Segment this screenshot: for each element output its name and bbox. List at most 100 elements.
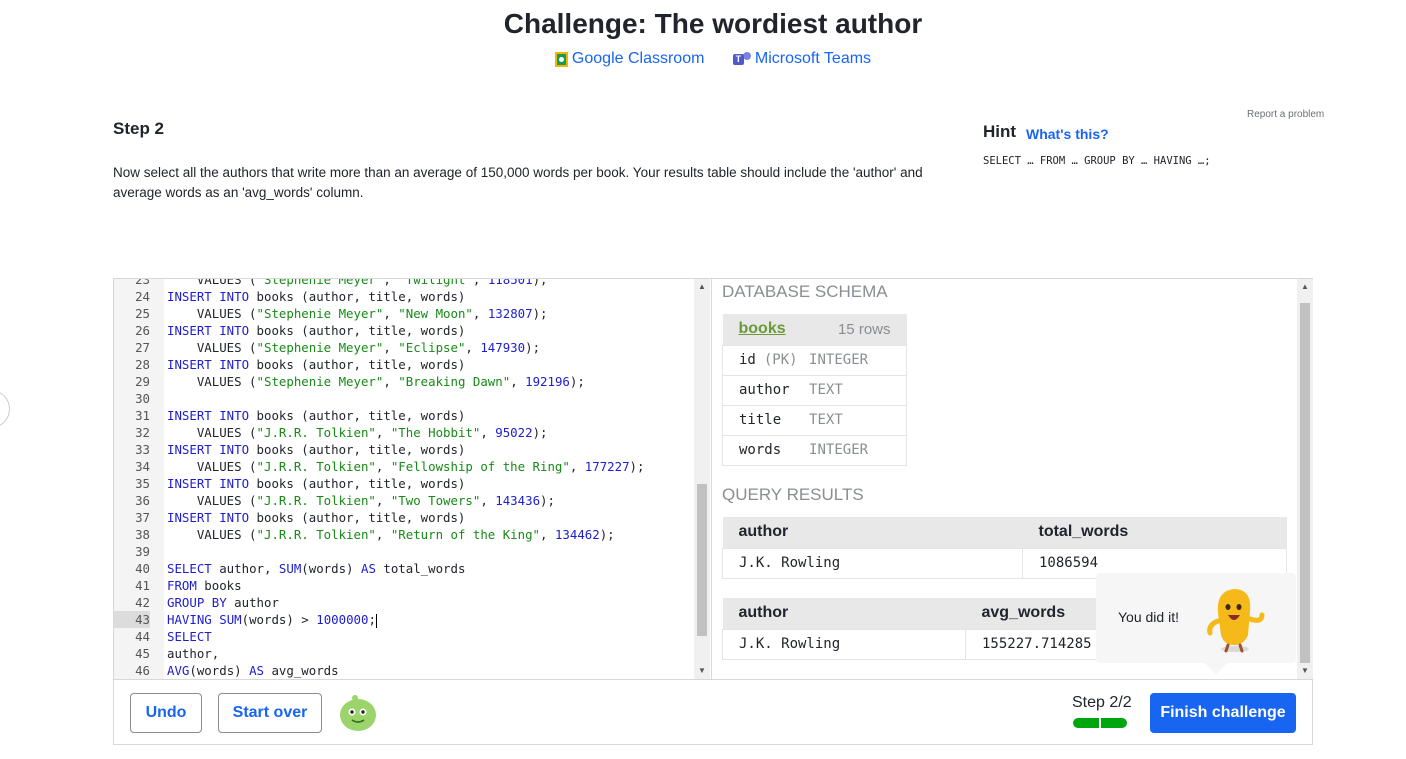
code-token: 132807 [487,306,533,321]
code-token: ); [532,306,548,321]
schema-column-type: INTEGER [809,345,907,376]
code-editor[interactable]: 23 VALUES ("Stephenie Meyer", "Twilight"… [114,279,711,679]
step-title: Step 2 [113,119,165,138]
code-token: (words) [189,663,250,678]
code-token: SUM [219,612,242,627]
code-line[interactable]: 23 VALUES ("Stephenie Meyer", "Twilight"… [114,279,694,288]
line-number: 31 [135,408,150,423]
code-line[interactable]: 31 INSERT INTO books (author, title, word… [114,407,694,424]
code-token: 134462 [554,527,600,542]
output-scroll-down-arrow-icon[interactable]: ▼ [1297,663,1313,679]
code-line[interactable]: 27 VALUES ("Stephenie Meyer", "Eclipse",… [114,339,694,356]
code-line[interactable]: 26 INSERT INTO books (author, title, word… [114,322,694,339]
scroll-up-arrow-icon[interactable]: ▲ [694,279,710,295]
code-token: , [465,340,481,355]
line-number: 46 [135,663,150,678]
code-line[interactable]: 40 SELECT author, SUM(words) AS total_wor… [114,560,694,577]
code-token: books (author, title, words) [249,289,466,304]
code-line[interactable]: 29 VALUES ("Stephenie Meyer", "Breaking … [114,373,694,390]
code-token: AS [360,561,376,576]
code-token: "Eclipse" [398,340,466,355]
code-token: author [226,595,279,610]
code-token: SUM [278,561,302,576]
line-number: 35 [135,476,150,491]
code-token: , [375,425,391,440]
microsoft-teams-label: Microsoft Teams [754,50,872,67]
code-line[interactable]: 38 VALUES ("J.R.R. Tolkien", "Return of … [114,526,694,543]
code-line[interactable]: 41 FROM books [114,577,694,594]
schema-column-type: INTEGER [809,435,907,466]
side-panel-toggle[interactable] [0,390,10,428]
code-line[interactable]: 46 AVG(words) AS avg_words [114,662,694,679]
code-token: INSERT INTO [167,476,250,491]
code-line[interactable]: 42 GROUP BY author [114,594,694,611]
step-progress-bar [1073,718,1127,728]
code-token: SELECT [167,629,212,644]
start-over-button[interactable]: Start over [218,693,322,733]
code-line[interactable]: 32 VALUES ("J.R.R. Tolkien", "The Hobbit… [114,424,694,441]
code-token: , [383,374,399,389]
schema-table-name[interactable]: books [739,320,786,337]
code-token: "J.R.R. Tolkien" [256,425,376,440]
code-line[interactable]: 44 SELECT [114,628,694,645]
code-line[interactable]: 43 HAVING SUM(words) > 1000000; [114,611,694,628]
code-token: "Two Towers" [390,493,481,508]
google-classroom-link[interactable]: Google Classroom [554,50,704,68]
hint-code: SELECT … FROM … GROUP BY … HAVING …; [983,155,1211,167]
output-scroll-up-arrow-icon[interactable]: ▲ [1297,279,1313,295]
output-scrollbar[interactable]: ▲ ▼ [1297,279,1313,679]
line-number: 26 [135,323,150,338]
code-token: , [383,340,399,355]
code-line[interactable]: 37 INSERT INTO books (author, title, word… [114,509,694,526]
line-number: 28 [135,357,150,372]
code-token: books [196,578,242,593]
editor-scroll-thumb[interactable] [697,484,707,636]
line-number: 41 [135,578,150,593]
text-cursor [375,613,377,628]
schema-column-name: author [739,382,790,398]
line-number: 25 [135,306,150,321]
code-token: VALUES ( [167,493,257,508]
output-scroll-thumb[interactable] [1300,303,1310,663]
code-line[interactable]: 25 VALUES ("Stephenie Meyer", "New Moon"… [114,305,694,322]
code-token: VALUES ( [167,340,257,355]
code-line[interactable]: 36 VALUES ("J.R.R. Tolkien", "Two Towers… [114,492,694,509]
code-token: INSERT INTO [167,510,250,525]
challenge-workspace: 23 VALUES ("Stephenie Meyer", "Twilight"… [113,278,1313,745]
editor-scrollbar[interactable]: ▲ ▼ [694,279,710,679]
step-counter: Step 2/2 [1072,694,1132,711]
code-token: "Stephenie Meyer" [256,306,384,321]
undo-button[interactable]: Undo [130,693,202,733]
schema-row-count: 15 rows [809,314,907,346]
line-number: 39 [135,544,150,559]
code-token: ); [532,425,548,440]
line-number: 34 [135,459,150,474]
code-token: books (author, title, words) [249,323,466,338]
report-problem-link[interactable]: Report a problem [1247,109,1324,120]
avatar-icon[interactable] [338,694,378,732]
code-line[interactable]: 33 INSERT INTO books (author, title, word… [114,441,694,458]
code-line[interactable]: 24 INSERT INTO books (author, title, word… [114,288,694,305]
code-line[interactable]: 39 [114,543,694,560]
code-token: "Stephenie Meyer" [256,279,384,287]
code-line[interactable]: 34 VALUES ("J.R.R. Tolkien", "Fellowship… [114,458,694,475]
progress-segment-1 [1073,718,1099,728]
code-token: VALUES ( [167,374,257,389]
code-line[interactable]: 35 INSERT INTO books (author, title, word… [114,475,694,492]
code-line[interactable]: 30 [114,390,694,407]
code-token: "Fellowship of the Ring" [390,459,570,474]
scroll-down-arrow-icon[interactable]: ▼ [694,663,710,679]
finish-challenge-button[interactable]: Finish challenge [1150,693,1296,733]
code-token: "J.R.R. Tolkien" [256,493,376,508]
code-line[interactable]: 28 INSERT INTO books (author, title, word… [114,356,694,373]
code-token: , [540,527,555,542]
code-token: "The Hobbit" [390,425,481,440]
code-token: books (author, title, words) [249,510,466,525]
results-label: QUERY RESULTS [722,485,864,504]
microsoft-teams-link[interactable]: T Microsoft Teams [732,50,872,68]
code-line[interactable]: 45 author, [114,645,694,662]
hint-whats-this-link[interactable]: What's this? [1026,126,1109,142]
results-1-header-author: author [722,517,1023,548]
line-number: 32 [135,425,150,440]
code-token: "New Moon" [398,306,473,321]
